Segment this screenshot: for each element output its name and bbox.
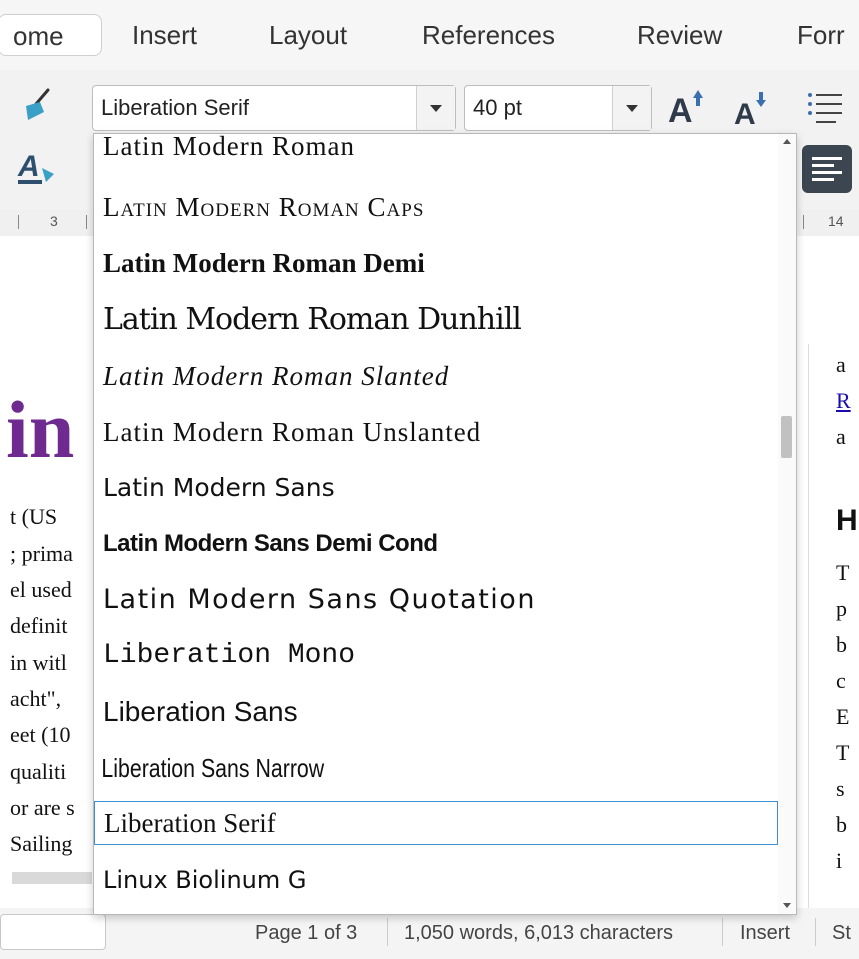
tab-layout[interactable]: Layout: [269, 14, 347, 56]
align-left-icon: [812, 157, 842, 181]
tab-references[interactable]: References: [422, 14, 555, 56]
dropdown-scrollbar[interactable]: [778, 134, 796, 914]
grow-font-icon[interactable]: A: [666, 88, 708, 128]
font-color-icon[interactable]: A: [14, 148, 58, 190]
svg-text:A: A: [734, 98, 756, 128]
document-line: ; prima: [10, 541, 73, 566]
document-line: s: [836, 776, 845, 801]
document-line: i: [836, 848, 843, 873]
font-name-combobox[interactable]: Liberation Serif: [92, 85, 456, 131]
document-line: Sailing: [10, 831, 73, 856]
font-option-latin-modern-roman-demi[interactable]: Latin Modern Roman Demi: [94, 235, 778, 291]
document-line: c: [836, 668, 846, 693]
document-line: a: [836, 352, 846, 377]
tab-home[interactable]: ome: [0, 14, 102, 56]
status-page-count[interactable]: Page 1 of 3: [255, 922, 357, 945]
document-line: el used: [10, 577, 72, 602]
font-option-latin-modern-roman-slanted[interactable]: Latin Modern Roman Slanted: [94, 348, 778, 404]
document-line: a: [836, 424, 846, 449]
column-divider: [808, 344, 809, 908]
document-line: T: [836, 740, 850, 765]
scroll-up-icon[interactable]: [782, 137, 792, 145]
font-option-linux-biolinum-g[interactable]: Linux Biolinum G: [94, 852, 778, 908]
font-option-liberation-mono[interactable]: Liberation Mono: [94, 628, 778, 684]
font-option-latin-modern-sans-quotation[interactable]: Latin Modern Sans Quotation: [94, 572, 778, 628]
svg-text:A: A: [668, 92, 693, 128]
shrink-font-icon[interactable]: A: [732, 90, 772, 128]
status-bar: Page 1 of 3 1,050 words, 6,013 character…: [0, 908, 859, 959]
font-name-dropdown-list[interactable]: Latin Modern Roman Latin Modern Roman Ca…: [93, 133, 797, 915]
scroll-down-icon[interactable]: [782, 902, 792, 910]
document-line: eet (10: [10, 722, 71, 747]
document-line: p: [836, 596, 847, 621]
document-heading: H: [836, 504, 858, 537]
tab-insert[interactable]: Insert: [132, 14, 197, 56]
status-word-count[interactable]: 1,050 words, 6,013 characters: [404, 922, 673, 945]
document-title-fragment: in: [6, 384, 75, 475]
ruler-number: 14: [828, 213, 844, 229]
ribbon-tab-bar: ome Insert Layout References Review Forr: [0, 0, 859, 70]
status-style[interactable]: St: [832, 922, 851, 945]
zoom-field[interactable]: [0, 914, 106, 950]
font-name-value: Liberation Serif: [101, 95, 249, 120]
font-option-liberation-sans[interactable]: Liberation Sans: [94, 684, 778, 740]
font-option-latin-modern-roman-dunhill[interactable]: Latin Modern Roman Dunhill: [94, 292, 778, 348]
document-line: b: [836, 632, 847, 657]
status-insert-mode[interactable]: Insert: [740, 922, 790, 945]
tab-review[interactable]: Review: [637, 14, 722, 56]
tab-format[interactable]: Forr: [797, 14, 845, 56]
clone-formatting-icon[interactable]: [20, 86, 54, 124]
font-option-latin-modern-sans[interactable]: Latin Modern Sans: [94, 460, 778, 516]
document-line: b: [836, 812, 847, 837]
font-option-liberation-serif[interactable]: Liberation Serif: [94, 801, 778, 845]
font-option-latin-modern-roman-unslanted[interactable]: Latin Modern Roman Unslanted: [94, 404, 778, 460]
document-line: t (US: [10, 504, 58, 529]
document-line: qualiti: [10, 759, 67, 784]
document-link[interactable]: R: [836, 388, 851, 414]
document-line: acht",: [10, 686, 62, 711]
chevron-down-icon[interactable]: [416, 86, 455, 130]
font-option-latin-modern-roman[interactable]: Latin Modern Roman: [94, 134, 778, 170]
ruler-number: 3: [50, 213, 58, 229]
document-line: in witl: [10, 650, 67, 675]
font-option-latin-modern-sans-demi-cond[interactable]: Latin Modern Sans Demi Cond: [94, 516, 778, 572]
svg-text:A: A: [17, 150, 40, 183]
align-left-button[interactable]: [802, 145, 852, 193]
document-line: or are s: [10, 795, 75, 820]
font-size-value: 40 pt: [473, 95, 522, 120]
font-option-liberation-sans-narrow[interactable]: Liberation Sans Narrow: [94, 740, 778, 796]
scrollbar-thumb[interactable]: [781, 416, 792, 458]
document-line: T: [836, 560, 850, 585]
document-line: definit: [10, 613, 68, 638]
font-size-combobox[interactable]: 40 pt: [464, 85, 652, 131]
document-line: E: [836, 704, 850, 729]
chevron-down-icon[interactable]: [612, 86, 651, 130]
bullet-list-icon[interactable]: [806, 90, 846, 128]
font-option-latin-modern-roman-caps[interactable]: Latin Modern Roman Caps: [94, 179, 778, 235]
highlighted-text: [12, 872, 92, 884]
